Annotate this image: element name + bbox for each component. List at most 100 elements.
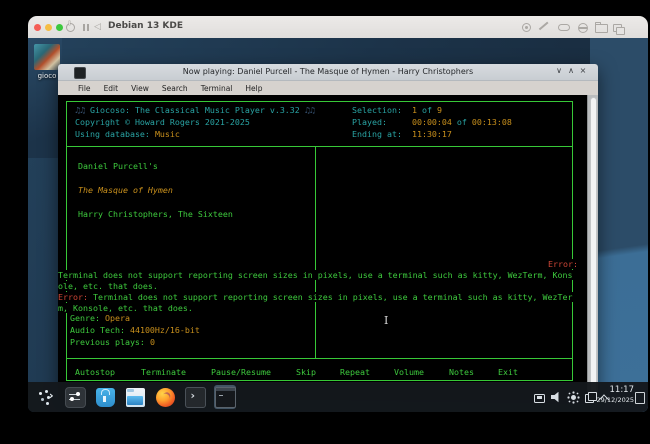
terminal-line: Error: Terminal does not support reporti… xyxy=(58,292,573,302)
terminal-text: Ending at: xyxy=(352,129,412,139)
terminal-text: ♫♫ xyxy=(75,105,90,115)
capsule-icon[interactable] xyxy=(558,24,570,31)
terminal-window: Now playing: Daniel Purcell - The Masque… xyxy=(58,64,598,400)
terminal-scrollbar[interactable] xyxy=(587,95,598,400)
scrollbar-thumb[interactable] xyxy=(590,97,597,398)
terminal-text: Using database: xyxy=(75,129,155,139)
terminal-text: Error: xyxy=(548,259,578,269)
giocoso-menu-volume[interactable]: Volume xyxy=(394,367,424,377)
terminal-line: Copyright © Howard Rogers 2021-2025 xyxy=(75,117,250,127)
terminal-text: 44100Hz/16-bit xyxy=(130,325,200,335)
giocoso-menu-autostop[interactable]: Autostop xyxy=(75,367,115,377)
terminal-text: of xyxy=(452,117,472,127)
firefox-icon xyxy=(156,388,175,407)
terminal-menubar: File Edit View Search Terminal Help xyxy=(58,81,598,95)
terminal-text: Genre: xyxy=(70,313,105,323)
terminal-text: of xyxy=(417,105,437,115)
menu-view[interactable]: View xyxy=(131,84,149,93)
terminal-text: 0 xyxy=(150,337,155,347)
terminal-text: Opera xyxy=(105,313,130,323)
wallpaper-facet xyxy=(590,38,648,412)
giocoso-menu-pause-resume[interactable]: Pause/Resume xyxy=(211,367,271,377)
taskbar-item-terminal-active[interactable] xyxy=(214,385,236,409)
terminal-text: Terminal does not support reporting scre… xyxy=(58,270,573,280)
power-icon[interactable] xyxy=(66,23,75,32)
terminal-line: Harry Christophers, The Sixteen xyxy=(78,209,233,219)
taskbar-launchers xyxy=(34,382,236,412)
digital-clock[interactable]: 11:17 29/12/2025 xyxy=(597,385,634,404)
clock-time: 11:17 xyxy=(597,385,634,396)
pause-icon[interactable] xyxy=(83,24,85,31)
text-cursor: I xyxy=(384,316,388,326)
minimize-traffic-light[interactable] xyxy=(45,24,52,31)
terminal-line: ole, etc. that does. xyxy=(58,281,158,291)
giocoso-left-border xyxy=(66,146,67,358)
giocoso-menu-repeat[interactable]: Repeat xyxy=(340,367,370,377)
screenshot-stage: ◁ Debian 13 KDE gioco Now playing: Danie… xyxy=(0,0,650,444)
terminal-text: ♫♫ xyxy=(305,105,315,115)
system-settings-icon xyxy=(65,387,86,408)
settings-gear-icon[interactable] xyxy=(522,23,531,32)
display-icon[interactable] xyxy=(534,394,545,403)
giocoso-column-divider xyxy=(315,146,316,358)
windows-copy-icon[interactable] xyxy=(613,24,622,32)
terminal-line: Selection: 1 of 9 xyxy=(352,105,442,115)
clock-date: 29/12/2025 xyxy=(597,396,634,404)
disk-icon[interactable] xyxy=(578,23,588,33)
terminal-line: Ending at: 11:30:17 xyxy=(352,129,452,139)
dolphin-icon xyxy=(126,388,145,407)
terminal-text: Previous plays: xyxy=(70,337,150,347)
taskbar-item-system-settings[interactable] xyxy=(64,385,86,409)
terminal-text: Music xyxy=(155,129,180,139)
terminal-text: m, Konsole, etc. that does. xyxy=(58,303,193,313)
terminal-text: Harry Christophers, The Sixteen xyxy=(78,209,233,219)
menu-search[interactable]: Search xyxy=(162,84,188,93)
clipboard-icon[interactable] xyxy=(585,394,594,403)
show-desktop-icon[interactable] xyxy=(635,392,645,404)
terminal-line: Genre: Opera xyxy=(70,313,130,323)
vm-window: ◁ Debian 13 KDE gioco Now playing: Danie… xyxy=(28,16,648,412)
close-traffic-light[interactable] xyxy=(34,24,41,31)
giocoso-menu-exit[interactable]: Exit xyxy=(498,367,518,377)
terminal-text: Copyright © Howard Rogers 2021-2025 xyxy=(75,117,250,127)
taskbar-item-konsole[interactable] xyxy=(184,385,206,409)
menu-edit[interactable]: Edit xyxy=(104,84,119,93)
brightness-icon[interactable] xyxy=(571,395,576,400)
giocoso-menu-terminate[interactable]: Terminate xyxy=(141,367,186,377)
terminal-line: ♫♫ Giocoso: The Classical Music Player v… xyxy=(75,105,315,115)
volume-icon[interactable] xyxy=(551,392,562,403)
terminal-line: m, Konsole, etc. that does. xyxy=(58,303,193,313)
close-window-button[interactable]: × xyxy=(578,66,588,75)
terminal-line: Using database: Music xyxy=(75,129,180,139)
minimize-window-button[interactable]: ∨ xyxy=(554,66,564,75)
terminal-text: Played: xyxy=(352,117,412,127)
vm-title: Debian 13 KDE xyxy=(108,21,183,31)
discover-icon xyxy=(96,388,115,407)
giocoso-menu-notes[interactable]: Notes xyxy=(449,367,474,377)
terminal-text: Terminal does not support reporting scre… xyxy=(88,292,573,302)
shared-folder-icon[interactable] xyxy=(595,24,608,33)
taskbar-item-dolphin[interactable] xyxy=(124,385,146,409)
terminal-titlebar[interactable]: Now playing: Daniel Purcell - The Masque… xyxy=(58,64,598,81)
vm-titlebar: ◁ Debian 13 KDE xyxy=(28,16,648,39)
resize-arrows-icon[interactable] xyxy=(539,22,548,30)
menu-terminal[interactable]: Terminal xyxy=(201,84,233,93)
terminal-title: Now playing: Daniel Purcell - The Masque… xyxy=(58,67,598,76)
terminal-text: ole, etc. that does. xyxy=(58,281,158,291)
maximize-window-button[interactable]: ∧ xyxy=(566,66,576,75)
terminal-text: 00:00:04 xyxy=(412,117,452,127)
terminal-line: Audio Tech: 44100Hz/16-bit xyxy=(70,325,200,335)
taskbar-item-discover[interactable] xyxy=(94,385,116,409)
album-art-thumbnail xyxy=(34,44,60,70)
menu-file[interactable]: File xyxy=(78,84,91,93)
terminal-text: Daniel Purcell's xyxy=(78,161,158,171)
zoom-traffic-light[interactable] xyxy=(56,24,63,31)
menu-help[interactable]: Help xyxy=(245,84,262,93)
kde-desktop: gioco Now playing: Daniel Purcell - The … xyxy=(28,38,648,412)
escape-icon[interactable]: ◁ xyxy=(94,21,101,33)
taskbar-item-app-launcher[interactable] xyxy=(34,385,56,409)
giocoso-menu-skip[interactable]: Skip xyxy=(296,367,316,377)
taskbar-item-firefox[interactable] xyxy=(154,385,176,409)
giocoso-right-border xyxy=(572,146,573,358)
terminal-text: 9 xyxy=(437,105,442,115)
